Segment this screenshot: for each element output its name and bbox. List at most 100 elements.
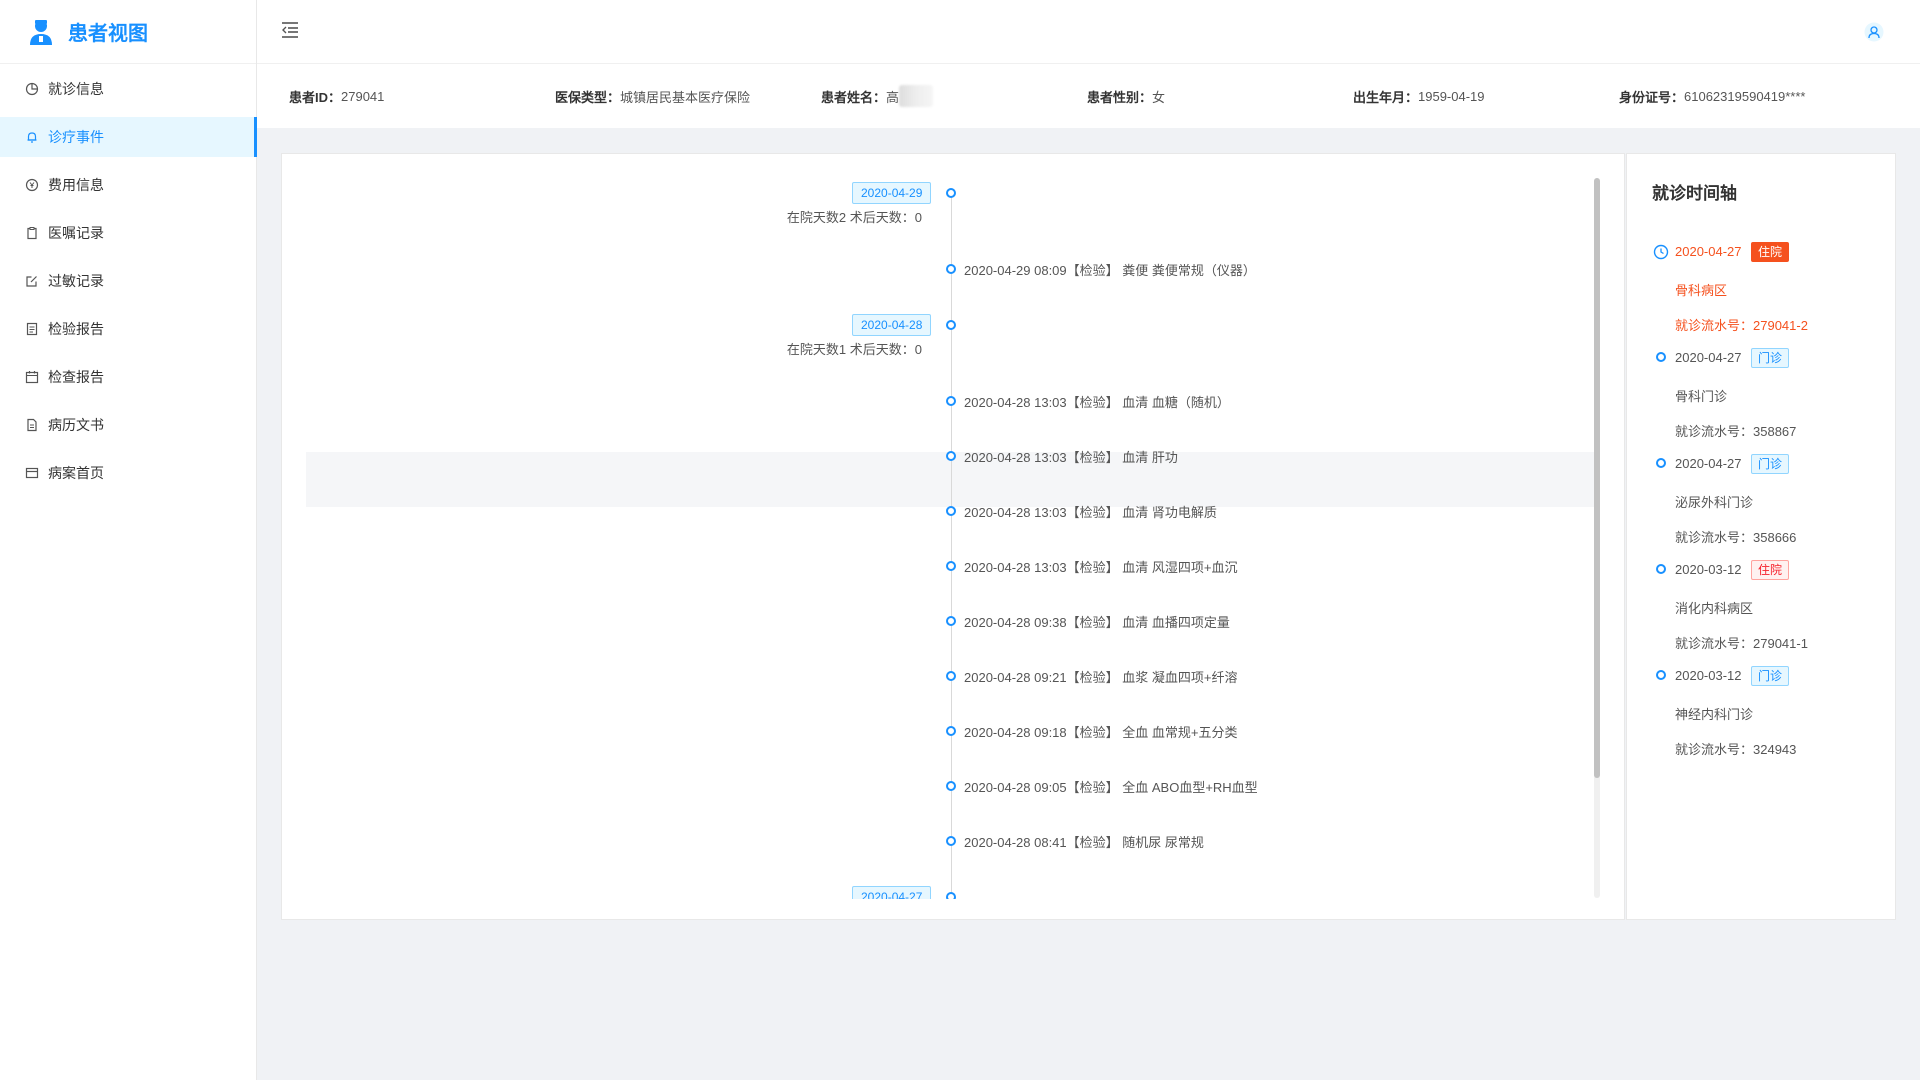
- visit-date[interactable]: 2020-04-27: [1675, 350, 1742, 365]
- sidebar: 患者视图 就诊信息 诊疗事件 费用信息 医嘱记录 过敏记录 检验报告 检查报告 …: [0, 0, 257, 1080]
- idcard-field: 身份证号： 61062319590419****: [1619, 87, 1805, 106]
- clock-icon: [1653, 244, 1669, 260]
- user-icon[interactable]: [1864, 22, 1884, 42]
- timeline-dot: [946, 892, 956, 899]
- birth-label: 出生年月：: [1353, 89, 1419, 105]
- stay-days-info: 在院天数1 术后天数：0: [786, 342, 922, 357]
- sidebar-item-label: 就诊信息: [48, 81, 104, 97]
- timeline-event[interactable]: 2020-04-28 13:03【检验】 血清 风湿四项+血沉: [964, 557, 1237, 576]
- gender-value: 女: [1152, 89, 1166, 105]
- inpatient-tag: 住院: [1751, 560, 1790, 580]
- patient-id-label: 患者ID：: [289, 89, 342, 105]
- yen-icon: [24, 177, 40, 193]
- document-icon: [24, 417, 40, 433]
- sidebar-item-label: 检验报告: [48, 321, 104, 337]
- sidebar-item-lab-report[interactable]: 检验报告: [0, 309, 256, 349]
- idcard-value: 61062319590419****: [1684, 88, 1806, 104]
- inpatient-tag: 住院: [1751, 242, 1790, 262]
- sidebar-item-label: 病案首页: [48, 465, 104, 481]
- sidebar-item-medical-docs[interactable]: 病历文书: [0, 405, 256, 445]
- timeline-event[interactable]: 2020-04-28 13:03【检验】 血清 肝功: [964, 447, 1178, 466]
- birth-field: 出生年月： 1959-04-19: [1353, 87, 1619, 106]
- timeline-date-tag[interactable]: 2020-04-28: [852, 314, 932, 336]
- visit-dot: [1656, 352, 1666, 362]
- sidebar-item-clinical-events[interactable]: 诊疗事件: [0, 117, 257, 157]
- doctor-icon: [30, 19, 52, 45]
- gender-field: 患者性别： 女: [1087, 87, 1353, 106]
- timeline-dot: [946, 616, 956, 626]
- sidebar-item-case-home[interactable]: 病案首页: [0, 453, 256, 493]
- visit-date[interactable]: 2020-03-12: [1675, 562, 1742, 577]
- insurance-label: 医保类型：: [555, 89, 621, 105]
- timeline-axis: [951, 192, 952, 899]
- sidebar-item-label: 病历文书: [48, 417, 104, 433]
- timeline-dot: [946, 836, 956, 846]
- sidebar-item-allergy[interactable]: 过敏记录: [0, 261, 256, 301]
- timeline-date-tag[interactable]: 2020-04-27: [852, 886, 932, 899]
- bell-icon: [24, 129, 40, 145]
- timeline-event[interactable]: 2020-04-28 09:38【检验】 血清 血播四项定量: [964, 612, 1230, 631]
- patient-name-value: 高: [886, 89, 900, 105]
- visit-serial: 就诊流水号：324943: [1675, 742, 1797, 757]
- timeline-event[interactable]: 2020-04-28 09:21【检验】 血浆 凝血四项+纤溶: [964, 667, 1237, 686]
- patient-id-field: 患者ID： 279041: [289, 87, 555, 106]
- timeline-dot: [946, 264, 956, 274]
- visit-serial: 就诊流水号：279041-2: [1675, 318, 1808, 333]
- card-icon: [24, 465, 40, 481]
- clipboard-icon: [24, 225, 40, 241]
- visit-serial: 就诊流水号：358666: [1675, 530, 1797, 545]
- report-icon: [24, 321, 40, 337]
- edit-icon: [24, 273, 40, 289]
- stay-days-info: 在院天数2 术后天数：0: [786, 210, 922, 225]
- app-title: 患者视图: [68, 23, 148, 45]
- sidebar-item-exam-report[interactable]: 检查报告: [0, 357, 256, 397]
- timeline-event[interactable]: 2020-04-28 13:03【检验】 血清 肾功电解质: [964, 502, 1217, 521]
- outpatient-tag: 门诊: [1751, 348, 1790, 368]
- scrollbar[interactable]: [1594, 178, 1600, 898]
- sidebar-item-label: 过敏记录: [48, 273, 104, 289]
- visit-timeline-title: 就诊时间轴: [1652, 184, 1737, 203]
- timeline-date-tag[interactable]: 2020-04-29: [852, 182, 932, 204]
- top-header: [257, 0, 1920, 64]
- visit-date[interactable]: 2020-03-12: [1675, 668, 1742, 683]
- sidebar-item-orders[interactable]: 医嘱记录: [0, 213, 256, 253]
- sidebar-item-visit-info[interactable]: 就诊信息: [0, 69, 256, 109]
- timeline-dot: [946, 726, 956, 736]
- visit-dot: [1656, 670, 1666, 680]
- timeline-event[interactable]: 2020-04-28 08:41【检验】 随机尿 尿常规: [964, 832, 1204, 851]
- menu-fold-icon[interactable]: [280, 20, 300, 40]
- timeline-event[interactable]: 2020-04-28 09:18【检验】 全血 血常规+五分类: [964, 722, 1237, 741]
- visit-serial: 就诊流水号：279041-1: [1675, 636, 1808, 651]
- visit-department: 神经内科门诊: [1675, 707, 1754, 722]
- logo: 患者视图: [0, 0, 256, 64]
- timeline-dot: [946, 188, 956, 198]
- insurance-value: 城镇居民基本医疗保险: [620, 89, 751, 105]
- timeline-dot: [946, 781, 956, 791]
- visit-department: 骨科门诊: [1675, 389, 1728, 404]
- outpatient-tag: 门诊: [1751, 666, 1790, 686]
- sidebar-item-cost-info[interactable]: 费用信息: [0, 165, 256, 205]
- event-timeline[interactable]: 2020-04-29 在院天数2 术后天数：0 2020-04-29 08:09…: [282, 154, 1602, 899]
- visit-department: 骨科病区: [1675, 283, 1728, 298]
- timeline-event[interactable]: 2020-04-28 09:05【检验】 全血 ABO血型+RH血型: [964, 777, 1258, 796]
- visit-date[interactable]: 2020-04-27: [1675, 244, 1742, 259]
- timeline-dot: [946, 396, 956, 406]
- calendar-icon: [24, 369, 40, 385]
- timeline-event[interactable]: 2020-04-29 08:09【检验】 粪便 粪便常规（仪器）: [964, 260, 1256, 279]
- gender-label: 患者性别：: [1087, 89, 1153, 105]
- visit-department: 消化内科病区: [1675, 601, 1754, 616]
- sidebar-item-label: 医嘱记录: [48, 225, 104, 241]
- timeline-dot: [946, 506, 956, 516]
- sidebar-item-label: 检查报告: [48, 369, 104, 385]
- name-redaction: [899, 85, 934, 107]
- patient-info-bar: 患者ID： 279041 医保类型： 城镇居民基本医疗保险 患者姓名： 高 患者…: [257, 64, 1920, 128]
- scrollbar-thumb[interactable]: [1594, 178, 1600, 778]
- visit-dot: [1656, 564, 1666, 574]
- outpatient-tag: 门诊: [1751, 454, 1790, 474]
- patient-id-value: 279041: [341, 88, 385, 104]
- pie-chart-icon: [24, 81, 40, 97]
- timeline-dot: [946, 320, 956, 330]
- timeline-event[interactable]: 2020-04-28 13:03【检验】 血清 血糖（随机）: [964, 392, 1230, 411]
- visit-date[interactable]: 2020-04-27: [1675, 456, 1742, 471]
- visit-timeline-panel: 就诊时间轴 2020-04-27 住院 骨科病区 就诊流水号：279041-2 …: [1626, 153, 1896, 920]
